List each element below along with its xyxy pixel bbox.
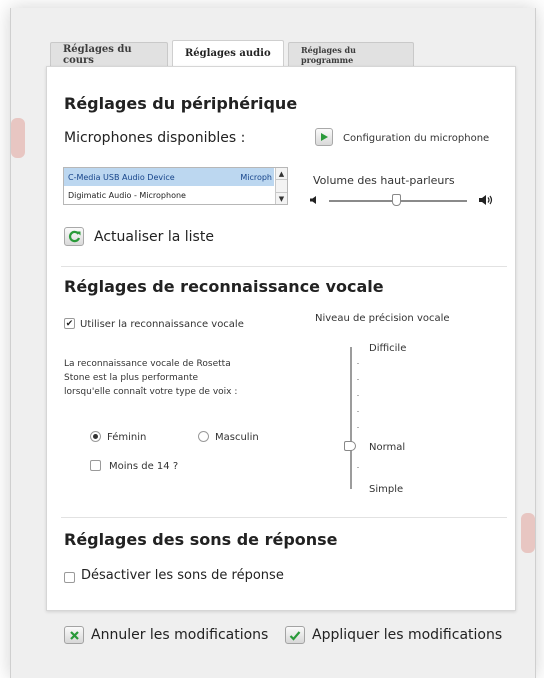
volume-low-icon <box>310 196 316 204</box>
mic-config-label[interactable]: Configuration du microphone <box>343 133 489 144</box>
apply-changes-label: Appliquer les modifications <box>312 627 503 643</box>
mic-config-button[interactable] <box>315 128 333 146</box>
mic-detail: Microph <box>240 172 272 182</box>
feedback-settings-heading: Réglages des sons de réponse <box>64 530 338 549</box>
mic-name: C-Media USB Audio Device <box>68 172 175 182</box>
under-14-checkbox[interactable] <box>90 460 101 471</box>
slider-tick <box>357 411 359 412</box>
section-divider <box>61 266 507 267</box>
slider-tick <box>357 467 359 468</box>
device-settings-heading: Réglages du périphérique <box>64 94 298 113</box>
disable-feedback-checkbox[interactable] <box>64 572 75 583</box>
precision-slider-thumb[interactable] <box>344 441 356 451</box>
slider-tick <box>357 427 359 428</box>
slider-tick <box>357 363 359 364</box>
play-icon <box>321 133 328 141</box>
refresh-list-label[interactable]: Actualiser la liste <box>94 229 214 245</box>
slider-tick <box>357 395 359 396</box>
cancel-changes-button[interactable]: Annuler les modifications <box>64 626 268 644</box>
list-scrollbar[interactable]: ▲ ▼ <box>275 168 287 204</box>
slider-tick <box>357 379 359 380</box>
under-14-label[interactable]: Moins de 14 ? <box>109 461 178 472</box>
speaker-volume-label: Volume des haut-parleurs <box>313 174 455 187</box>
level-normal-label: Normal <box>369 442 406 453</box>
mic-name: Digimatic Audio - Microphone <box>68 190 186 200</box>
gender-male-label[interactable]: Masculin <box>215 432 259 443</box>
volume-slider-thumb[interactable] <box>392 194 401 206</box>
level-simple-label: Simple <box>369 484 404 495</box>
refresh-icon <box>68 230 80 243</box>
cancel-changes-label: Annuler les modifications <box>91 627 269 643</box>
checkmark-icon <box>285 626 305 644</box>
refresh-button[interactable] <box>64 227 84 246</box>
background-accent <box>11 118 25 158</box>
close-icon <box>64 626 84 644</box>
audio-settings-panel: Réglages du périphérique Microphones dis… <box>46 66 516 611</box>
tab-audio-settings[interactable]: Réglages audio <box>172 40 284 66</box>
use-speech-checkbox[interactable]: ✔ <box>64 318 75 329</box>
tab-program-settings[interactable]: Réglages du programme <box>288 42 414 66</box>
background-accent <box>521 513 535 553</box>
available-mics-label: Microphones disponibles : <box>64 130 246 146</box>
list-item[interactable]: C-Media USB Audio Device Microph <box>64 168 274 186</box>
gender-female-label[interactable]: Féminin <box>107 432 146 443</box>
volume-high-icon <box>479 195 493 205</box>
section-divider <box>61 517 507 518</box>
speech-settings-heading: Réglages de reconnaissance vocale <box>64 277 384 296</box>
gender-male-radio[interactable] <box>198 431 209 442</box>
precision-label: Niveau de précision vocale <box>315 313 450 324</box>
tab-course-settings[interactable]: Réglages du cours <box>50 42 168 66</box>
gender-female-radio[interactable] <box>90 431 101 442</box>
tab-bar: Réglages du cours Réglages audio Réglage… <box>50 40 418 66</box>
microphone-list[interactable]: C-Media USB Audio Device Microph Digimat… <box>63 167 288 205</box>
precision-slider-track[interactable] <box>350 347 352 489</box>
scroll-down-icon[interactable]: ▼ <box>276 192 287 204</box>
disable-feedback-label[interactable]: Désactiver les sons de réponse <box>81 568 284 583</box>
apply-changes-button[interactable]: Appliquer les modifications <box>285 626 502 644</box>
level-difficult-label: Difficile <box>369 343 407 354</box>
scroll-up-icon[interactable]: ▲ <box>276 168 287 180</box>
speech-description: La reconnaissance vocale de Rosetta Ston… <box>64 359 238 397</box>
use-speech-label[interactable]: Utiliser la reconnaissance vocale <box>80 319 244 330</box>
list-item[interactable]: Digimatic Audio - Microphone <box>64 186 274 204</box>
